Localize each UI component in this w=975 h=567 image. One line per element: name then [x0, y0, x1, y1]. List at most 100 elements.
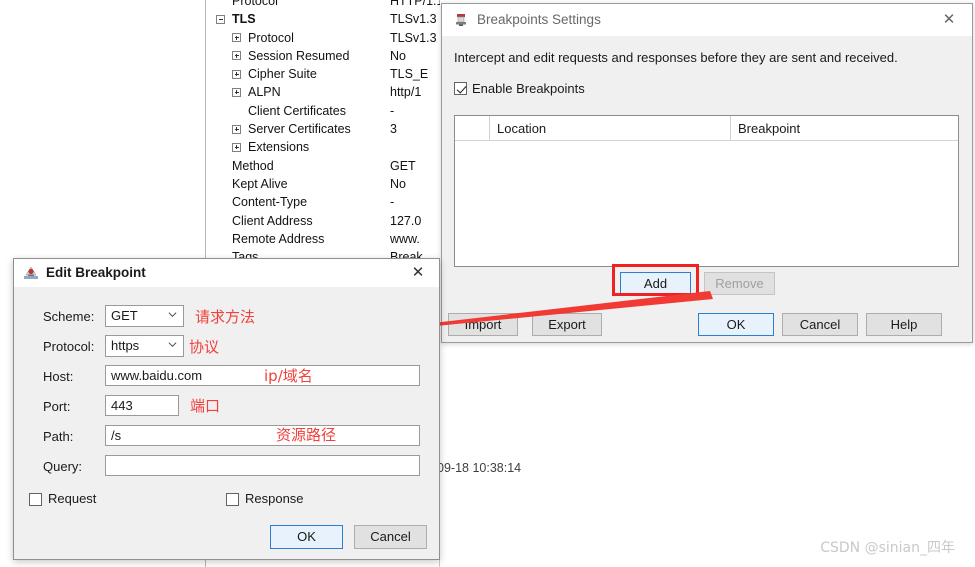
- tree-row[interactable]: Content-Type -: [208, 193, 440, 211]
- tree-row-value: TLS_E: [390, 67, 429, 82]
- request-timestamp: 09-18 10:38:14: [437, 461, 522, 475]
- request-checkbox[interactable]: [29, 493, 42, 506]
- edit-breakpoint-title: Edit Breakpoint: [46, 265, 146, 280]
- request-checkbox-label: Request: [48, 491, 97, 506]
- export-button[interactable]: Export: [532, 313, 602, 336]
- table-col-checkbox[interactable]: [455, 116, 489, 141]
- path-input[interactable]: [105, 425, 420, 446]
- protocol-select-value: https: [111, 338, 140, 353]
- tree-row-label: Client Certificates: [248, 103, 346, 118]
- breakpoints-table[interactable]: Location Breakpoint: [454, 115, 959, 267]
- edit-breakpoint-ok-button[interactable]: OK: [270, 525, 343, 549]
- close-icon[interactable]: ✕: [397, 259, 439, 287]
- breakpoint-icon: [456, 14, 466, 26]
- tree-row[interactable]: Protocol HTTP/1.1: [208, 0, 440, 10]
- tree-row-label: Content-Type: [232, 195, 308, 210]
- breakpoints-table-body[interactable]: [455, 141, 958, 266]
- tree-row-label: Remote Address: [232, 231, 325, 246]
- response-checkbox-row[interactable]: Response: [226, 491, 304, 507]
- table-col-location[interactable]: Location: [489, 116, 730, 141]
- breakpoints-settings-title: Breakpoints Settings: [477, 12, 601, 27]
- tree-row[interactable]: ALPN http/1: [208, 83, 440, 101]
- tree-row-label: TLS: [232, 12, 256, 27]
- protocol-annotation: 协议: [189, 338, 220, 356]
- query-input[interactable]: [105, 455, 420, 476]
- tree-row[interactable]: Client Address 127.0: [208, 212, 440, 230]
- edit-breakpoint-cancel-button[interactable]: Cancel: [354, 525, 427, 549]
- port-label: Port:: [43, 399, 71, 414]
- import-button[interactable]: Import: [448, 313, 518, 336]
- host-input[interactable]: [105, 365, 420, 386]
- tree-row[interactable]: Server Certificates 3: [208, 120, 440, 138]
- collapse-minus-icon[interactable]: [216, 14, 225, 24]
- port-input[interactable]: [105, 395, 179, 416]
- chevron-down-icon: [168, 312, 177, 318]
- scheme-annotation: 请求方法: [195, 308, 256, 326]
- tree-row-value: GET: [390, 158, 416, 173]
- enable-breakpoints-checkbox[interactable]: [454, 82, 467, 95]
- scheme-label: Scheme:: [43, 309, 95, 324]
- expand-plus-icon[interactable]: [232, 87, 241, 97]
- tree-row[interactable]: Session Resumed No: [208, 47, 440, 65]
- host-annotation: ip/域名: [264, 367, 313, 385]
- tree-row-value: TLSv1.3: [390, 12, 437, 27]
- tree-row[interactable]: TLS TLSv1.3: [208, 10, 440, 28]
- tree-row[interactable]: Client Certificates -: [208, 102, 440, 120]
- tree-row-value: 127.0: [390, 213, 422, 228]
- expand-plus-icon[interactable]: [232, 33, 241, 43]
- request-info-tree[interactable]: Protocol HTTP/1.1 TLS TLSv1.3 Protocol TLSv1.…: [208, 0, 440, 260]
- remove-button[interactable]: Remove: [704, 272, 775, 295]
- tree-row-label: Cipher Suite: [248, 67, 317, 82]
- path-annotation: 资源路径: [276, 426, 337, 444]
- tree-row[interactable]: Extensions: [208, 138, 440, 156]
- tree-row-label: Kept Alive: [232, 176, 288, 191]
- tree-row-label: Server Certificates: [248, 122, 351, 137]
- edit-breakpoint-titlebar[interactable]: Edit Breakpoint ✕: [14, 259, 439, 287]
- tree-row-value: HTTP/1.1: [390, 0, 440, 8]
- protocol-label: Protocol:: [43, 339, 95, 354]
- cancel-button[interactable]: Cancel: [782, 313, 858, 336]
- tree-row-label: ALPN: [248, 85, 281, 100]
- tree-row[interactable]: Protocol TLSv1.3: [208, 29, 440, 47]
- tree-row[interactable]: Method GET: [208, 157, 440, 175]
- tree-row-value: -: [390, 195, 395, 210]
- tree-row-label: Extensions: [248, 140, 310, 155]
- tree-row-value: 3: [390, 122, 397, 137]
- tree-row-value: No: [390, 176, 406, 191]
- table-col-breakpoint[interactable]: Breakpoint: [730, 116, 958, 141]
- chevron-down-icon: [168, 342, 177, 348]
- ok-button[interactable]: OK: [698, 313, 774, 336]
- watermark: CSDN @sinian_四年: [820, 540, 955, 556]
- expand-plus-icon[interactable]: [232, 142, 241, 152]
- help-button[interactable]: Help: [866, 313, 942, 336]
- expand-plus-icon[interactable]: [232, 69, 241, 79]
- breakpoints-settings-description: Intercept and edit requests and response…: [454, 50, 898, 65]
- edit-breakpoint-dialog: Edit Breakpoint ✕ Scheme: GET 请求方法 Proto…: [13, 258, 440, 560]
- query-label: Query:: [43, 459, 83, 474]
- tree-row-label: Client Address: [232, 213, 313, 228]
- response-checkbox-label: Response: [245, 491, 304, 506]
- protocol-select[interactable]: https: [105, 335, 184, 357]
- tree-row-value: www.: [390, 231, 420, 246]
- tree-row[interactable]: Remote Address www.: [208, 230, 440, 248]
- tree-row-value: TLSv1.3: [390, 30, 437, 45]
- expand-plus-icon[interactable]: [232, 124, 241, 134]
- host-label: Host:: [43, 369, 74, 384]
- tree-row-label: Method: [232, 158, 274, 173]
- scheme-select-value: GET: [111, 308, 138, 323]
- breakpoints-table-header: Location Breakpoint: [455, 116, 958, 141]
- path-label: Path:: [43, 429, 74, 444]
- port-annotation: 端口: [190, 397, 221, 415]
- tree-row-value: No: [390, 48, 406, 63]
- response-checkbox[interactable]: [226, 493, 239, 506]
- expand-plus-icon[interactable]: [232, 51, 241, 61]
- scheme-select[interactable]: GET: [105, 305, 184, 327]
- tree-row[interactable]: Kept Alive No: [208, 175, 440, 193]
- breakpoints-settings-titlebar[interactable]: Breakpoints Settings ✕: [442, 4, 972, 36]
- tree-row[interactable]: Cipher Suite TLS_E: [208, 65, 440, 83]
- close-icon[interactable]: ✕: [926, 4, 972, 36]
- tree-row-label: Session Resumed: [248, 48, 350, 63]
- request-checkbox-row[interactable]: Request: [29, 491, 96, 507]
- add-button-highlight-annotation: [612, 264, 699, 296]
- enable-breakpoints-row[interactable]: Enable Breakpoints: [454, 81, 585, 98]
